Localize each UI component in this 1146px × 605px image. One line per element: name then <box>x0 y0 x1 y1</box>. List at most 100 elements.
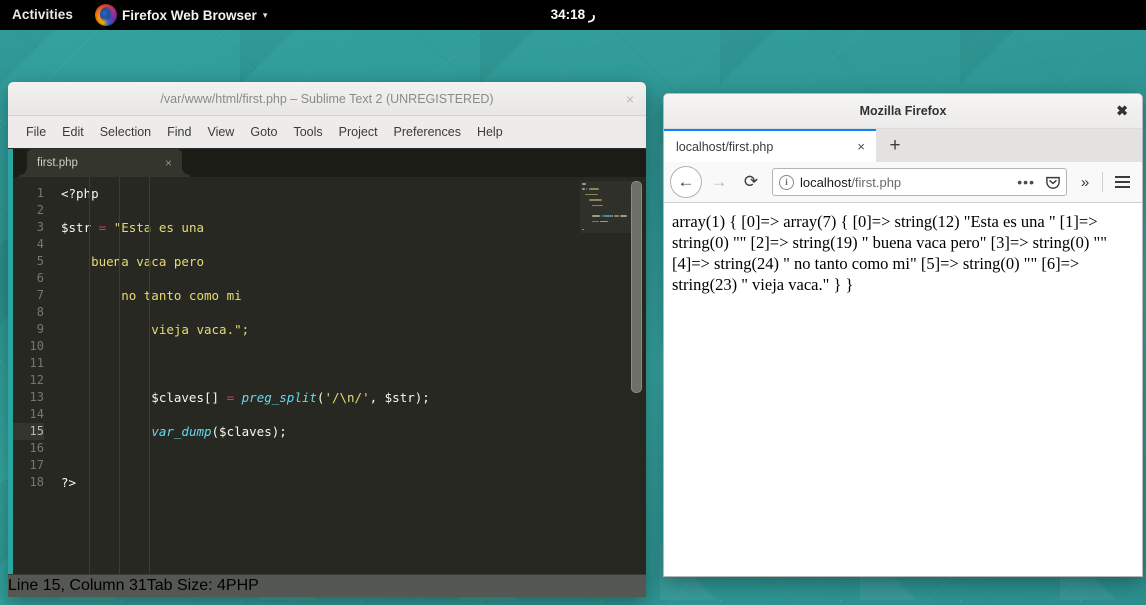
code-text-area[interactable]: <?php $str = "Esta es una buena vaca per… <box>51 177 574 574</box>
forward-button[interactable]: → <box>704 167 734 197</box>
minimap-line <box>599 220 609 223</box>
code-token: no tanto como mi <box>61 288 242 303</box>
menu-item-edit[interactable]: Edit <box>54 122 92 142</box>
code-line: vieja vaca."; <box>51 321 574 338</box>
code-minimap[interactable] <box>574 177 646 574</box>
line-number: 18 <box>29 475 44 489</box>
menu-item-help[interactable]: Help <box>469 122 511 142</box>
code-line: no tanto como mi <box>51 287 574 304</box>
minimap-line <box>614 215 620 217</box>
minimap-line <box>582 228 584 231</box>
firefox-navigation-toolbar: ← → ⟳ i localhost/first.php ••• » <box>664 162 1142 203</box>
code-line: buena vaca pero <box>51 253 574 270</box>
line-number: 16 <box>29 441 44 455</box>
minimap-line <box>592 204 604 207</box>
minimap-line <box>582 183 587 185</box>
menu-item-tools[interactable]: Tools <box>285 122 330 142</box>
line-number: 3 <box>36 220 44 234</box>
editor-scrollbar[interactable] <box>631 181 642 393</box>
tab-label: first.php <box>37 157 78 169</box>
browser-tab-localhost[interactable]: localhost/first.php × <box>664 129 876 162</box>
line-number: 12 <box>29 373 44 387</box>
code-token: $claves[] <box>61 390 227 405</box>
hamburger-menu-icon[interactable] <box>1108 167 1136 197</box>
sublime-tab-first-php[interactable]: first.php × <box>19 149 190 177</box>
minimap-line <box>600 215 602 217</box>
line-number: 13 <box>29 390 44 404</box>
menu-item-find[interactable]: Find <box>159 122 199 142</box>
firefox-window-title: Mozilla Firefox <box>859 104 947 118</box>
menu-item-goto[interactable]: Goto <box>242 122 285 142</box>
line-number: 11 <box>29 356 44 370</box>
tab-size-status[interactable]: Tab Size: 4 <box>147 577 226 595</box>
activities-button[interactable]: Activities <box>0 0 87 30</box>
firefox-logo-icon <box>95 4 118 26</box>
minimap-line <box>582 188 586 190</box>
code-line: ?> <box>51 474 574 491</box>
code-token: <?php <box>61 186 99 201</box>
line-number: 14 <box>29 407 44 421</box>
line-number: 7 <box>36 288 44 302</box>
overflow-menu-button[interactable]: » <box>1073 167 1097 197</box>
minimap-line <box>592 220 599 223</box>
code-token: var_dump <box>151 424 212 439</box>
menu-item-project[interactable]: Project <box>331 122 386 142</box>
code-token: buena vaca pero <box>61 254 204 269</box>
code-line: $claves[] = preg_split('/\n/', $str); <box>51 389 574 406</box>
code-token: = <box>226 390 235 405</box>
firefox-tabbar: localhost/first.php × + <box>664 129 1142 162</box>
url-bar[interactable]: i localhost/first.php ••• <box>772 168 1067 196</box>
minimap-line <box>588 199 603 201</box>
close-icon[interactable]: × <box>626 91 634 107</box>
sublime-tabbar: first.php × <box>13 149 646 177</box>
line-number: 9 <box>36 322 44 336</box>
cursor-position-status: Line 15, Column 31 <box>8 577 147 594</box>
line-number: 2 <box>36 203 44 217</box>
app-menu-label: Firefox Web Browser <box>122 7 257 23</box>
page-viewport[interactable]: array(1) { [0]=> array(7) { [0]=> string… <box>664 203 1142 576</box>
sublime-editor-area: first.php × 1 2 3 4 5 6 7 8 9 10 11 12 13 14 15 16 17 18 … <box>8 149 646 574</box>
sublime-statusbar: Line 15, Column 31 Tab Size: 4 PHP <box>8 574 646 597</box>
code-token: , $str); <box>369 390 430 405</box>
url-path: /first.php <box>851 174 902 190</box>
menu-item-file[interactable]: File <box>18 122 54 142</box>
minimap-line <box>620 215 627 217</box>
line-number: 6 <box>36 271 44 285</box>
line-number: 8 <box>36 305 44 319</box>
code-token: preg_split <box>241 390 317 405</box>
app-menu-firefox[interactable]: Firefox Web Browser ▾ <box>87 4 275 26</box>
reload-button[interactable]: ⟳ <box>736 167 766 197</box>
sublime-titlebar: /var/www/html/first.php – Sublime Text 2… <box>8 82 646 116</box>
new-tab-button[interactable]: + <box>876 129 914 162</box>
code-editor[interactable]: 1 2 3 4 5 6 7 8 9 10 11 12 13 14 15 16 17 18 <?php $str =… <box>13 177 646 574</box>
gnome-top-panel: Activities Firefox Web Browser ▾ 34:18 ر <box>0 0 1146 30</box>
menu-item-selection[interactable]: Selection <box>92 122 159 142</box>
pocket-icon[interactable] <box>1046 175 1060 189</box>
sublime-text-window: /var/www/html/first.php – Sublime Text 2… <box>8 82 646 597</box>
minimap-line <box>586 188 588 190</box>
firefox-titlebar: Mozilla Firefox ✖ <box>664 94 1142 129</box>
page-actions-icon[interactable]: ••• <box>1017 175 1035 189</box>
close-icon[interactable]: × <box>854 139 868 154</box>
var-dump-output: array(1) { [0]=> array(7) { [0]=> string… <box>672 212 1108 294</box>
code-token: "Esta es una <box>106 220 205 235</box>
url-text: localhost/first.php <box>800 175 901 190</box>
site-info-icon[interactable]: i <box>779 174 794 190</box>
code-token: ($claves); <box>211 424 287 439</box>
code-token: ?> <box>61 475 77 490</box>
language-status[interactable]: PHP <box>226 577 259 595</box>
menu-item-view[interactable]: View <box>199 122 242 142</box>
menu-item-preferences[interactable]: Preferences <box>386 122 469 142</box>
close-icon[interactable]: × <box>165 156 172 170</box>
close-icon[interactable]: ✖ <box>1116 103 1128 120</box>
back-button[interactable]: ← <box>670 166 702 198</box>
